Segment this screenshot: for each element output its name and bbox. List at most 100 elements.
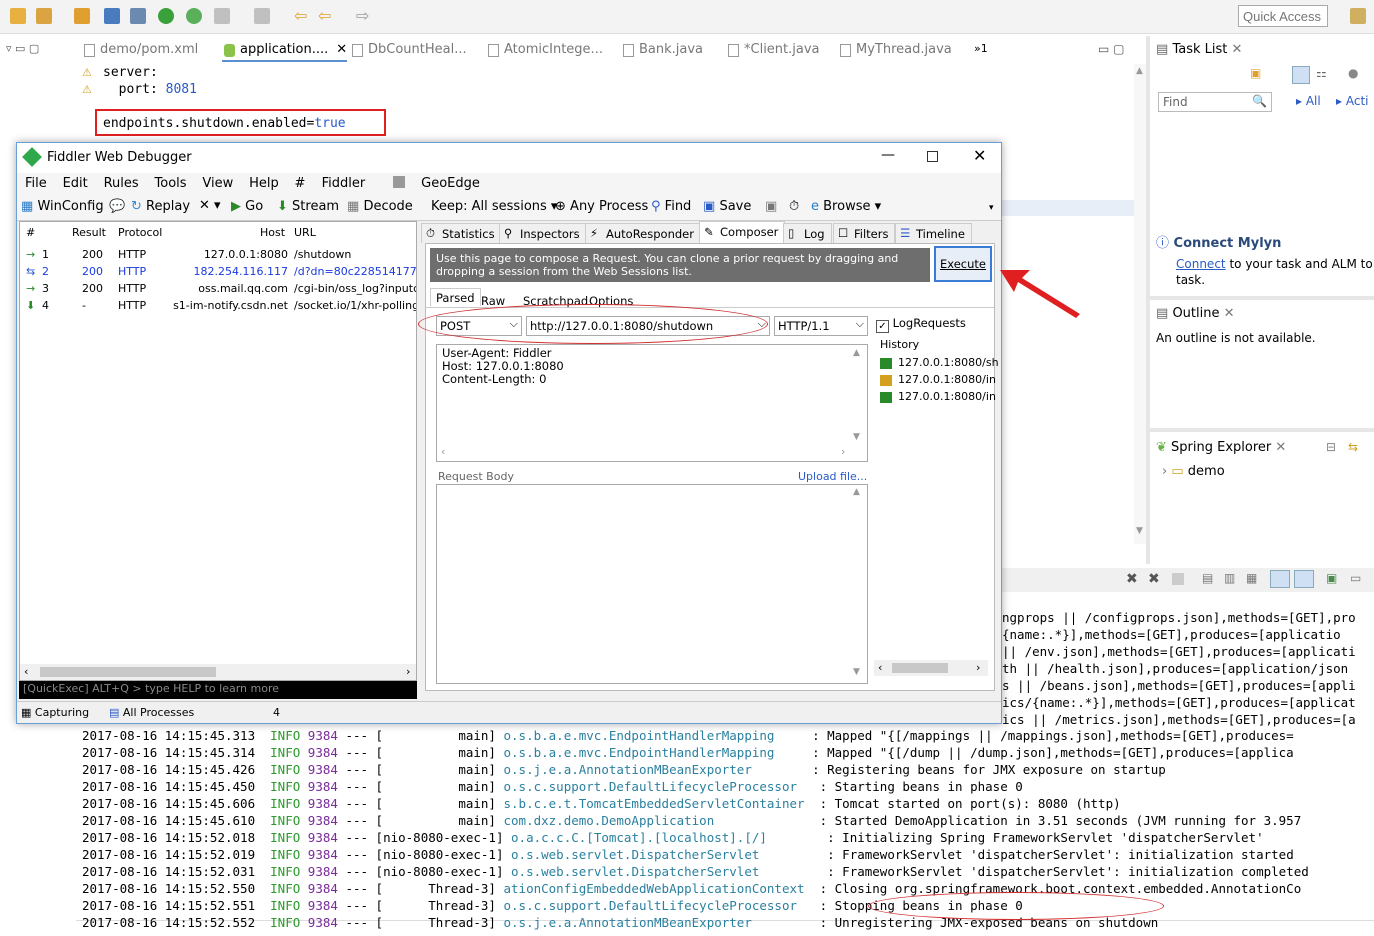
terminate-icon[interactable]: ✖ — [1126, 571, 1138, 587]
menu-tools[interactable]: Tools — [155, 176, 187, 191]
minimize-icon[interactable]: ▿ ▭ ▢ — [6, 42, 39, 55]
collapse-icon[interactable]: ⊟ — [1326, 440, 1336, 454]
perspective-icon[interactable] — [1350, 8, 1366, 24]
activate-link[interactable]: ▸ Acti — [1336, 94, 1368, 108]
refresh-icon[interactable] — [186, 8, 202, 24]
menu-geoedge[interactable]: GeoEdge — [393, 176, 492, 191]
history-hscroll[interactable]: ‹ › — [874, 660, 988, 676]
editor-minmax-icon[interactable]: ▭ ▢ — [1098, 42, 1125, 56]
history-item[interactable]: 127.0.0.1:8080/sh — [898, 356, 999, 369]
scroll-right-icon[interactable]: › — [406, 665, 410, 678]
link-icon[interactable]: ⇆ — [1348, 440, 1358, 454]
scheduled-icon[interactable]: ⚏ — [1316, 66, 1327, 80]
col-url[interactable]: URL — [294, 226, 316, 239]
keep-sessions-dropdown[interactable]: Keep: All sessions ▾ — [431, 199, 557, 214]
close-icon[interactable]: ✕ — [1275, 440, 1286, 455]
scroll-left-icon[interactable]: ‹ — [878, 661, 882, 674]
tab-filters[interactable]: ☐ Filters — [833, 223, 896, 243]
clear-console-icon[interactable]: ▤ — [1202, 571, 1213, 585]
remove-all-icon[interactable]: ✖ — [1148, 571, 1160, 587]
categorized-icon[interactable] — [1292, 66, 1310, 84]
stop-icon[interactable] — [1172, 573, 1184, 585]
word-wrap-icon[interactable]: ▦ — [1246, 571, 1257, 585]
all-filter-link[interactable]: ▸ All — [1296, 94, 1321, 108]
remove-button[interactable]: ✕ ▾ — [199, 198, 221, 213]
back-icon[interactable]: ⇦ — [294, 6, 307, 25]
show-on-output-icon[interactable] — [1270, 570, 1290, 588]
scroll-right-icon[interactable]: › — [976, 661, 980, 674]
scroll-left-icon[interactable]: ‹ — [24, 665, 28, 678]
scroll-up-icon[interactable]: ▲ — [1136, 66, 1143, 76]
tab-timeline[interactable]: ☰ Timeline — [895, 223, 972, 243]
console-icon[interactable] — [130, 8, 146, 24]
forward-icon[interactable]: ⇨ — [356, 6, 369, 25]
session-row[interactable]: ⬇ 4 - HTTP s1-im-notify.csdn.net/socket.io/1… — [20, 297, 416, 314]
sessions-list[interactable]: # Result Protocol Host URL → 1 200 HTTP 127.… — [19, 221, 417, 681]
task-find-input[interactable]: Find 🔍 — [1158, 92, 1272, 112]
outline-tab[interactable]: ▤ Outline ✕ — [1156, 306, 1235, 321]
col-result[interactable]: Result — [72, 226, 106, 239]
save-button[interactable]: ▣ Save — [703, 199, 751, 214]
panel-divider[interactable] — [1150, 428, 1374, 432]
session-row[interactable]: ⇆ 2 200 HTTP 182.254.116.117/d?dn=80c2285141… — [20, 263, 416, 280]
col-num[interactable]: # — [26, 226, 35, 239]
menu-edit[interactable]: Edit — [63, 176, 88, 191]
close-icon[interactable]: ✕ — [1224, 306, 1235, 321]
menu-file[interactable]: File — [25, 176, 47, 191]
connect-link[interactable]: Connect — [1176, 257, 1226, 271]
display-console-icon[interactable]: ▭ — [1350, 571, 1361, 585]
scroll-right-icon[interactable]: › — [841, 445, 845, 458]
screenshot-icon[interactable]: ▣ — [765, 199, 777, 214]
scroll-up-icon[interactable]: ▲ — [853, 487, 860, 497]
format-icon[interactable] — [214, 8, 230, 24]
quickexec-input[interactable]: [QuickExec] ALT+Q > type HELP to learn m… — [19, 681, 417, 699]
save-icon[interactable] — [104, 8, 120, 24]
minimize-window-icon[interactable]: — — [881, 147, 895, 163]
scroll-thumb[interactable] — [892, 663, 948, 673]
new-icon[interactable] — [10, 8, 26, 24]
session-row[interactable]: → 1 200 HTTP 127.0.0.1:8080/shutdown — [20, 246, 416, 263]
tab-bank-java[interactable]: Bank.java — [621, 42, 703, 62]
tab-log[interactable]: ▯ Log — [783, 223, 832, 243]
spring-explorer-tab[interactable]: ❦ Spring Explorer ✕ — [1156, 440, 1286, 455]
tab-inspectors[interactable]: ⚲ Inspectors — [499, 223, 587, 243]
tab-mythread-java[interactable]: MyThread.java — [838, 42, 952, 62]
close-window-icon[interactable]: ✕ — [973, 146, 986, 165]
history-item[interactable]: 127.0.0.1:8080/in — [898, 390, 996, 403]
tab-client-java[interactable]: *Client.java — [726, 42, 820, 62]
request-headers-textarea[interactable]: User-Agent: Fiddler Host: 127.0.0.1:8080… — [436, 344, 868, 462]
decode-button[interactable]: ▦ Decode — [347, 199, 413, 214]
history-item[interactable]: 127.0.0.1:8080/in — [898, 373, 996, 386]
go-button[interactable]: ▶ Go — [231, 199, 263, 214]
prev-icon[interactable]: ⇦ — [318, 6, 331, 25]
close-icon[interactable]: ✕ — [336, 42, 347, 57]
tab-atomicinteger[interactable]: AtomicIntege... — [486, 42, 603, 62]
menu-view[interactable]: View — [202, 176, 233, 191]
menu-help[interactable]: Help — [249, 176, 279, 191]
request-body-textarea[interactable]: ▲ ▼ — [436, 484, 868, 684]
tab-pom-xml[interactable]: demo/pom.xml — [82, 42, 198, 62]
editor-scrollbar[interactable]: ▲ ▼ — [1134, 64, 1146, 544]
new-task-icon[interactable]: ▣ — [1250, 66, 1261, 80]
tab-statistics[interactable]: ⏱ Statistics — [421, 223, 502, 243]
quick-access-input[interactable] — [1238, 5, 1328, 27]
toolbar-overflow-icon[interactable]: ▾ — [989, 203, 994, 213]
col-host[interactable]: Host — [260, 226, 285, 239]
scroll-thumb[interactable] — [40, 667, 216, 677]
process-filter[interactable]: ▤ All Processes — [109, 706, 194, 719]
spring-item-demo[interactable]: › ▭ demo — [1162, 464, 1225, 479]
pin-console-icon[interactable]: ▣ — [1326, 571, 1337, 585]
tab-autoresponder[interactable]: ⚡ AutoResponder — [585, 223, 701, 243]
winconfig-button[interactable]: ▦ WinConfig — [21, 199, 104, 214]
tab-composer[interactable]: ✎ Composer — [699, 221, 786, 243]
tab-dbcounthealth[interactable]: DbCountHeal... — [350, 42, 467, 62]
replay-button[interactable]: ↻ Replay — [131, 199, 190, 214]
browse-button[interactable]: e Browse ▾ — [811, 199, 881, 214]
scroll-down-icon[interactable]: ▼ — [853, 431, 860, 444]
sessions-hscroll[interactable]: ‹ › — [20, 664, 416, 680]
focus-icon[interactable]: ● — [1348, 66, 1358, 80]
scroll-down-icon[interactable]: ▼ — [853, 667, 860, 677]
comment-icon[interactable]: 💬 — [109, 199, 125, 214]
execute-button[interactable]: Execute — [934, 246, 992, 282]
scroll-left-icon[interactable]: ‹ — [441, 445, 445, 458]
